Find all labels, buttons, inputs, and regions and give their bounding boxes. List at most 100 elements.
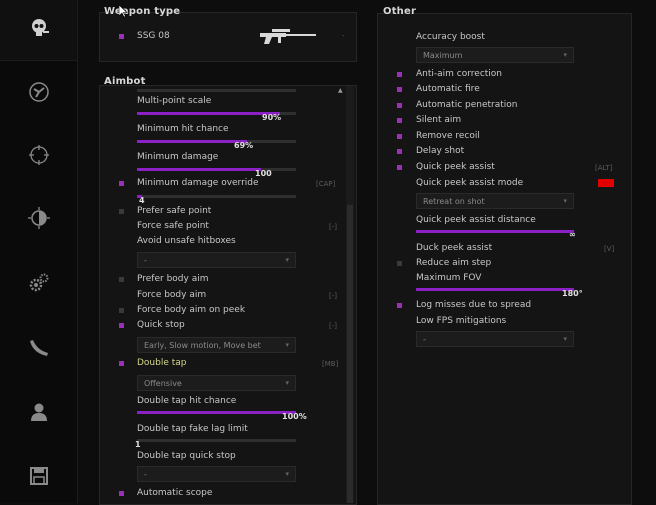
auto-penetration-label: Automatic penetration	[416, 100, 518, 110]
dt-fakelag-slider[interactable]	[137, 439, 296, 442]
low-fps-value: -	[423, 335, 426, 344]
anti-aim-correction-checkbox[interactable]	[397, 72, 402, 77]
weapon-selected[interactable]: SSG 08	[137, 31, 170, 41]
weapon-sniper-icon	[260, 28, 324, 50]
dt-quickstop-dropdown[interactable]: - ▾	[137, 466, 296, 482]
quick-peek-distance-slider-fill	[416, 230, 574, 233]
hitchance-value: 69%	[234, 141, 254, 150]
quick-peek-mode-value: Retreat on shot	[423, 197, 485, 206]
log-misses-checkbox[interactable]	[397, 303, 402, 308]
force-safe-key[interactable]: [-]	[329, 223, 337, 231]
quick-peek-distance-slider[interactable]	[416, 230, 574, 233]
weapon-type-title: Weapon type	[104, 6, 181, 17]
hitchance-slider-fill	[137, 140, 247, 143]
remove-recoil-checkbox[interactable]	[397, 134, 402, 139]
prefer-safe-checkbox[interactable]	[119, 209, 124, 214]
remove-recoil-label: Remove recoil	[416, 131, 480, 141]
config-save-icon[interactable]	[25, 462, 53, 490]
double-tap-checkbox[interactable]	[119, 361, 124, 366]
rage-crosshair-icon[interactable]	[25, 78, 53, 106]
delay-shot-checkbox[interactable]	[397, 149, 402, 154]
quick-stop-checkbox[interactable]	[119, 323, 124, 328]
quick-stop-dropdown[interactable]: Early, Slow motion, Move bet ▾	[137, 337, 296, 353]
players-icon[interactable]	[25, 398, 53, 426]
multipoint-slider-fill	[137, 112, 281, 115]
auto-penetration-checkbox[interactable]	[397, 103, 402, 108]
auto-fire-checkbox[interactable]	[397, 87, 402, 92]
hitchance-label: Minimum hit chance	[137, 124, 229, 134]
dt-hitchance-value: 100%	[282, 412, 307, 421]
aimbot-title: Aimbot	[104, 76, 146, 87]
quick-stop-key[interactable]: [-]	[329, 322, 337, 330]
chevron-down-icon: ▾	[285, 256, 289, 264]
force-safe-label: Force safe point	[137, 221, 209, 231]
override-key[interactable]: [CAP]	[316, 180, 335, 188]
mouse-cursor-icon	[118, 3, 128, 22]
quick-peek-distance-label: Quick peek assist distance	[416, 215, 536, 225]
override-value: 4	[139, 196, 145, 205]
max-fov-value: 180°	[562, 289, 583, 298]
double-tap-key[interactable]: [MB]	[322, 360, 338, 368]
low-fps-dropdown[interactable]: - ▾	[416, 331, 574, 347]
quick-peek-checkbox[interactable]	[397, 165, 402, 170]
other-title: Other	[383, 6, 417, 17]
multipoint-label: Multi-point scale	[137, 96, 212, 106]
prefer-body-checkbox[interactable]	[119, 277, 124, 282]
double-tap-mode-value: Offensive	[144, 379, 182, 388]
double-tap-label: Double tap	[137, 358, 187, 368]
legit-crosshair-icon[interactable]	[25, 141, 53, 169]
override-checkbox[interactable]	[119, 181, 124, 186]
aimbot-scroll-thumb[interactable]	[347, 205, 353, 503]
chevron-down-icon: ▾	[563, 197, 567, 205]
force-body-peek-checkbox[interactable]	[119, 308, 124, 313]
avoid-unsafe-value: -	[144, 256, 147, 265]
skins-knife-icon[interactable]	[25, 334, 53, 362]
chevron-down-icon: ▾	[563, 335, 567, 343]
multipoint-value: 90%	[262, 113, 282, 122]
auto-scope-checkbox[interactable]	[119, 491, 124, 496]
quick-peek-distance-value: ∞	[569, 230, 576, 239]
accuracy-boost-dropdown[interactable]: Maximum ▾	[416, 47, 574, 63]
auto-scope-label: Automatic scope	[137, 488, 213, 498]
reduce-aim-step-checkbox[interactable]	[397, 261, 402, 266]
silent-aim-label: Silent aim	[416, 115, 462, 125]
misc-gears-icon[interactable]	[25, 269, 53, 297]
visuals-icon[interactable]	[25, 204, 53, 232]
hitchance-slider[interactable]	[137, 140, 296, 143]
avoid-unsafe-label: Avoid unsafe hitboxes	[137, 236, 236, 246]
quick-peek-label: Quick peek assist	[416, 162, 495, 172]
quick-peek-key[interactable]: [ALT]	[595, 164, 612, 172]
min-damage-label: Minimum damage	[137, 152, 219, 162]
sidebar	[0, 0, 78, 503]
weapon-dropdown-arrow[interactable]: -	[342, 32, 345, 40]
duck-peek-key[interactable]: [V]	[604, 245, 614, 253]
chevron-down-icon: ▾	[285, 341, 289, 349]
dt-hitchance-slider-fill	[137, 411, 296, 414]
max-fov-slider-fill	[416, 288, 574, 291]
scroll-up-arrow[interactable]: ▲	[338, 87, 343, 94]
min-damage-slider-fill	[137, 168, 262, 171]
max-fov-slider[interactable]	[416, 288, 574, 291]
min-damage-slider[interactable]	[137, 168, 296, 171]
weapon-bullet	[119, 34, 124, 39]
log-misses-label: Log misses due to spread	[416, 300, 532, 310]
dt-hitchance-slider[interactable]	[137, 411, 296, 414]
override-slider[interactable]	[137, 195, 296, 198]
duck-peek-label: Duck peek assist	[416, 243, 493, 253]
quick-peek-mode-dropdown[interactable]: Retreat on shot ▾	[416, 193, 574, 209]
delay-shot-label: Delay shot	[416, 146, 465, 156]
double-tap-mode-dropdown[interactable]: Offensive ▾	[137, 375, 296, 391]
auto-fire-label: Automatic fire	[416, 84, 480, 94]
chevron-down-icon: ▾	[285, 379, 289, 387]
avoid-unsafe-dropdown[interactable]: - ▾	[137, 252, 296, 268]
logo-skull-icon[interactable]	[25, 14, 53, 42]
reduce-aim-step-label: Reduce aim step	[416, 258, 492, 268]
dt-fakelag-value: 1	[135, 440, 141, 449]
quick-peek-mode-label: Quick peek assist mode	[416, 178, 524, 188]
silent-aim-checkbox[interactable]	[397, 118, 402, 123]
force-body-key[interactable]: [-]	[329, 292, 337, 300]
low-fps-label: Low FPS mitigations	[416, 316, 507, 326]
accuracy-boost-value: Maximum	[423, 51, 463, 60]
top-cutoff-slider	[137, 89, 296, 92]
quick-peek-color-swatch[interactable]	[598, 179, 614, 187]
